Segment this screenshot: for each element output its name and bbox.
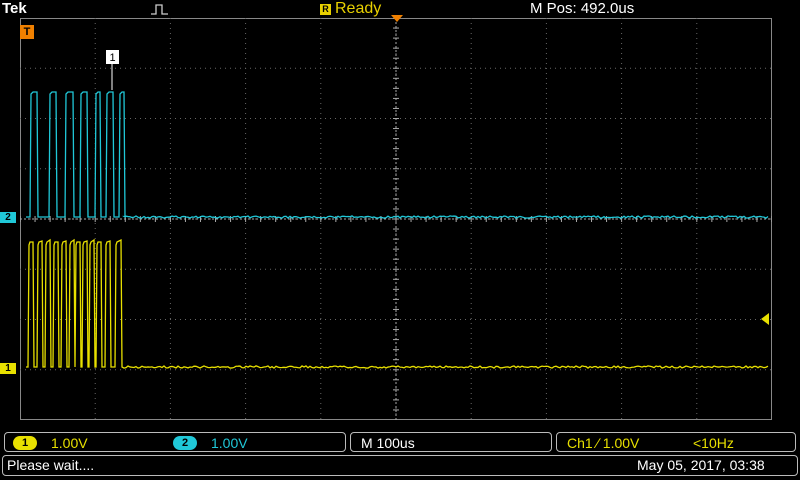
timebase-readout[interactable]: M 100us (350, 432, 552, 452)
status-label: Ready (335, 0, 381, 17)
date-time: May 05, 2017, 03:38 (637, 457, 765, 473)
trigger-position-icon (390, 14, 404, 24)
ready-icon: R (320, 4, 331, 15)
timebase-label: M 100us (361, 435, 415, 451)
trigger-readout[interactable]: Ch1 ∕ 1.00V <10Hz (556, 432, 796, 452)
trigger-level-arrow-icon[interactable] (760, 312, 770, 326)
message-bar: Please wait.... May 05, 2017, 03:38 (0, 454, 800, 478)
trigger-label: Ch1 ∕ 1.00V (567, 435, 639, 451)
ch1-readout[interactable]: 1 1.00V 2 1.00V (4, 432, 346, 452)
brand-label: Tek (2, 0, 27, 17)
message-box: Please wait.... May 05, 2017, 03:38 (2, 455, 798, 476)
callout-label: 1 (109, 52, 115, 64)
edge-pulse-icon (150, 2, 170, 16)
acquisition-status: R Ready (320, 0, 381, 18)
ch2-ground-marker[interactable]: 2 (0, 212, 16, 223)
horizontal-position-readout: M Pos: 492.0us (530, 0, 634, 17)
trigger-point-marker: T (20, 25, 34, 39)
frequency-label: <10Hz (693, 435, 734, 451)
waveform-graticule[interactable]: 1 (20, 18, 772, 420)
channel-readout-bar: 1 1.00V 2 1.00V M 100us Ch1 ∕ 1.00V <10H… (0, 430, 800, 452)
ch2-scale: 1.00V (211, 435, 248, 451)
ch1-scale: 1.00V (51, 435, 88, 451)
status-message: Please wait.... (7, 457, 94, 473)
ch2-badge: 2 (173, 436, 197, 450)
ch1-ground-marker[interactable]: 1 (0, 363, 16, 374)
ch1-badge: 1 (13, 436, 37, 450)
